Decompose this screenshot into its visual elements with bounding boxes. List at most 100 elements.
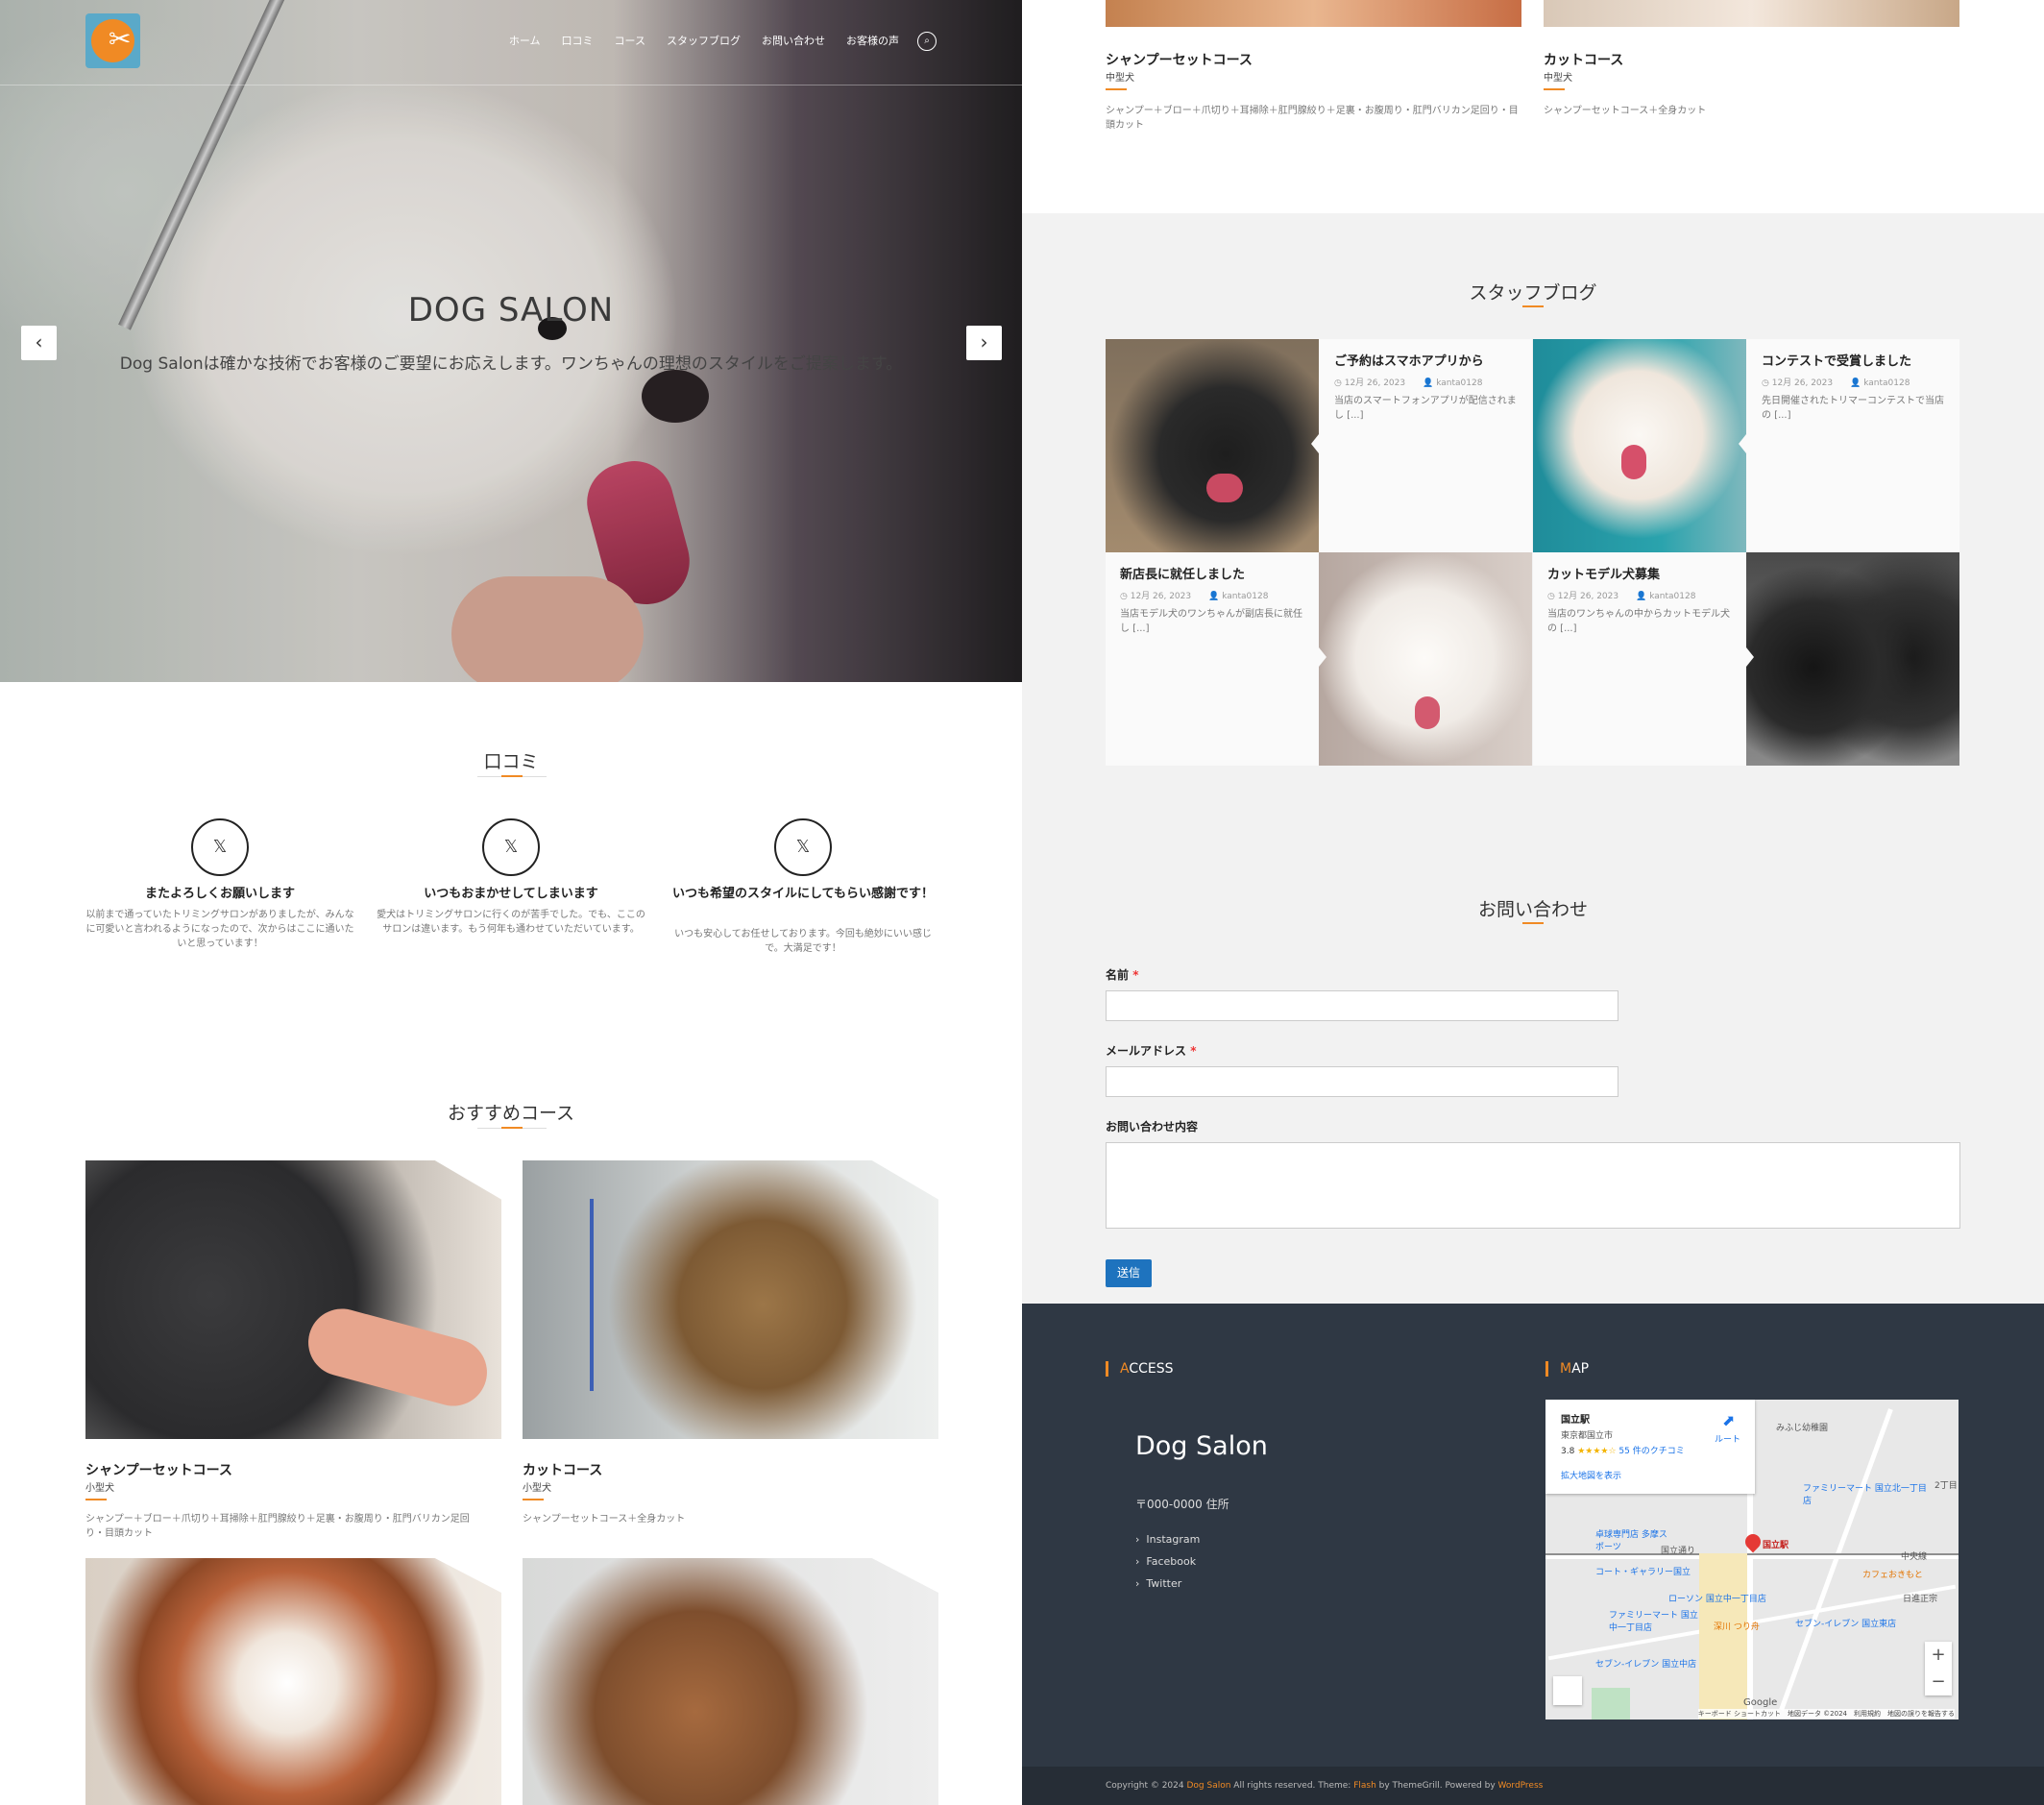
reviews-link[interactable]: 55 件のクチコミ (1618, 1447, 1684, 1456)
submit-button[interactable]: 送信 (1106, 1259, 1152, 1287)
blog-post-author[interactable]: kanta0128 (1436, 378, 1482, 388)
course-image-bottom[interactable] (1544, 0, 1959, 27)
blog-dog-mouth (1206, 474, 1243, 502)
hero-overlay (0, 0, 1022, 682)
contact-section-title: お問い合わせ (1477, 899, 1588, 920)
title-accent (501, 775, 523, 777)
blog-post-meta: ◷ 12月 26, 2023 👤 kanta0128 (1547, 592, 1696, 601)
blog-image[interactable] (1533, 339, 1746, 552)
blog-post-date: 12月 26, 2023 (1771, 378, 1834, 388)
rail-line (1545, 1553, 1959, 1555)
blog-post-author[interactable]: kanta0128 (1222, 592, 1268, 601)
twitter-icon[interactable]: 𝕏 (191, 818, 249, 876)
google-map[interactable]: 国立駅 東京都国立市 3.8 ★★★★☆ 55 件のクチコミ 拡大地図を表示 ⬈… (1545, 1400, 1959, 1720)
course-image-bottom[interactable] (1106, 0, 1521, 27)
nav-item-voices[interactable]: お客様の声 (846, 33, 899, 48)
blog-image[interactable] (1319, 552, 1532, 766)
main-navigation: ホーム 口コミ コース スタッフブログ お問い合わせ お客様の声 (509, 33, 899, 48)
rating-value: 3.8 (1561, 1447, 1575, 1456)
message-textarea[interactable] (1106, 1142, 1960, 1229)
course-title[interactable]: カットコース (523, 1460, 602, 1479)
zoom-in-button[interactable]: + (1925, 1642, 1952, 1669)
email-label: メールアドレス * (1106, 1042, 1196, 1059)
blog-post-card[interactable] (1746, 339, 1959, 552)
blog-post-author[interactable]: kanta0128 (1649, 592, 1695, 601)
blog-post-title[interactable]: カットモデル犬募集 (1547, 564, 1660, 582)
blog-post-meta: ◷ 12月 26, 2023 👤 kanta0128 (1762, 378, 1910, 388)
theme-link[interactable]: Flash (1353, 1781, 1376, 1791)
course-image-hand (301, 1301, 495, 1414)
blog-post-title[interactable]: ご予約はスマホアプリから (1334, 351, 1484, 369)
site-logo[interactable]: ✂ (85, 13, 140, 68)
wordpress-link[interactable]: WordPress (1498, 1781, 1544, 1791)
blog-post-card[interactable] (1319, 339, 1532, 552)
footer-link-twitter[interactable]: › Twitter (1135, 1577, 1181, 1590)
map-label: 国立通り (1661, 1547, 1696, 1556)
slider-next-button[interactable]: › (966, 326, 1002, 360)
course-description: シャンプー＋ブロー＋爪切り＋耳掃除＋肛門腺絞り＋足裏・お腹周り・肛門バリカン足回… (1106, 106, 1519, 131)
nav-item-blog[interactable]: スタッフブログ (667, 33, 741, 48)
review-text: 愛犬はトリミングサロンに行くのが苦手でした。でも、ここのサロンは違います。もう何… (377, 910, 645, 935)
title-accent (501, 1127, 523, 1129)
copyright-site-link[interactable]: Dog Salon (1186, 1781, 1230, 1791)
map-pin-label: 国立駅 (1763, 1541, 1789, 1550)
review-text: いつも安心してお任せしております。今回も絶妙にいい感じで。大満足です！ (674, 929, 932, 954)
blog-post-title[interactable]: 新店長に就任しました (1120, 564, 1245, 582)
nav-item-home[interactable]: ホーム (509, 33, 541, 48)
directions-icon[interactable]: ⬈ (1722, 1411, 1735, 1429)
course-size: 小型犬 (85, 1483, 114, 1494)
nav-item-contact[interactable]: お問い合わせ (762, 33, 825, 48)
slider-prev-button[interactable]: ‹ (21, 326, 57, 360)
blog-post-date: 12月 26, 2023 (1344, 378, 1406, 388)
blog-post-date: 12月 26, 2023 (1130, 592, 1192, 601)
course-image[interactable] (85, 1160, 501, 1439)
email-field[interactable] (1106, 1066, 1618, 1097)
twitter-icon[interactable]: 𝕏 (774, 818, 832, 876)
course-image[interactable] (523, 1160, 938, 1439)
course-size: 小型犬 (523, 1483, 551, 1494)
search-icon[interactable]: ⌕ (917, 32, 937, 51)
course-accent (85, 1499, 107, 1500)
enlarge-map-link[interactable]: 拡大地図を表示 (1561, 1469, 1621, 1481)
link-label: Instagram (1146, 1533, 1201, 1546)
blog-post-date: 12月 26, 2023 (1557, 592, 1619, 601)
twitter-icon[interactable]: 𝕏 (482, 818, 540, 876)
map-place-city: 東京都国立市 (1561, 1431, 1614, 1441)
map-label: 中央線 (1901, 1552, 1928, 1562)
blog-post-card[interactable] (1533, 552, 1746, 766)
course-title[interactable]: シャンプーセットコース (85, 1460, 232, 1479)
course-description: シャンプーセットコース＋全身カット (1544, 106, 1707, 116)
blog-image[interactable] (1746, 552, 1959, 766)
course-title[interactable]: カットコース (1544, 50, 1623, 69)
map-pin-icon[interactable] (1741, 1530, 1764, 1553)
blog-post-card[interactable] (1106, 552, 1319, 766)
nav-item-reviews[interactable]: 口コミ (562, 33, 594, 48)
message-label: お問い合わせ内容 (1106, 1120, 1199, 1134)
map-park (1592, 1688, 1630, 1720)
hero-slider: ✂ ホーム 口コミ コース スタッフブログ お問い合わせ お客様の声 ⌕ DOG… (0, 0, 1022, 682)
footer-link-facebook[interactable]: › Facebook (1135, 1555, 1196, 1568)
course-image[interactable] (523, 1558, 938, 1805)
course-title[interactable]: シャンプーセットコース (1106, 50, 1253, 69)
course-image[interactable] (85, 1558, 501, 1805)
map-label: みふじ幼稚園 (1776, 1424, 1829, 1433)
footer-link-instagram[interactable]: › Instagram (1135, 1533, 1200, 1546)
nav-item-courses[interactable]: コース (615, 33, 645, 48)
blog-post-title[interactable]: コンテストで受賞しました (1762, 351, 1911, 369)
blog-image[interactable] (1106, 339, 1319, 552)
map-label: 2丁目 (1934, 1481, 1958, 1491)
course-size: 中型犬 (1544, 73, 1572, 84)
map-label: ファミリーマート 国立北一丁目店 (1803, 1484, 1927, 1506)
map-attribution[interactable]: キーボード ショートカット 地図データ ©2024 利用規約 地図の誤りを報告す… (1697, 1709, 1955, 1719)
zoom-out-button[interactable]: − (1925, 1669, 1952, 1695)
course-image-leash (590, 1199, 594, 1391)
copyright-middle: All rights reserved. Theme: (1230, 1781, 1354, 1791)
blog-post-author[interactable]: kanta0128 (1863, 378, 1910, 388)
map-label: カフェおきもと (1862, 1571, 1923, 1580)
name-field[interactable] (1106, 990, 1618, 1021)
pegman-icon[interactable] (1553, 1676, 1582, 1705)
blog-post-excerpt: 当店のスマートフォンアプリが配信されまし [...] (1334, 396, 1517, 421)
hero-subtitle: Dog Salonは確かな技術でお客様のご要望にお応えします。ワンちゃんの理想の… (119, 354, 903, 374)
directions-label[interactable]: ルート (1715, 1432, 1740, 1445)
link-label: Twitter (1146, 1577, 1182, 1590)
